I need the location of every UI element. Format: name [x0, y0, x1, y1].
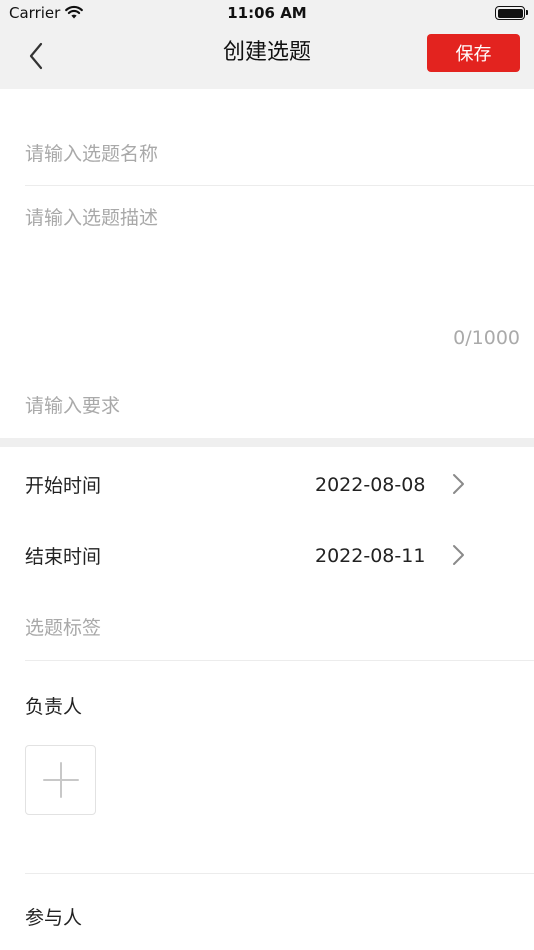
save-button[interactable]: 保存: [427, 34, 520, 72]
participants-label: 参与人: [25, 907, 83, 929]
navigation-bar: 创建选题 保存: [0, 30, 534, 89]
end-time-row[interactable]: 结束时间 2022-08-11: [0, 518, 534, 588]
chevron-right-icon: [453, 474, 464, 494]
owner-label: 负责人: [25, 696, 83, 718]
start-time-row[interactable]: 开始时间 2022-08-08: [0, 447, 534, 517]
divider: [25, 873, 534, 874]
divider: [25, 185, 534, 186]
divider: [25, 660, 534, 661]
plus-icon: [42, 762, 79, 798]
section-separator: [0, 438, 534, 447]
topic-tags-input[interactable]: 选题标签: [25, 613, 101, 640]
clock: 11:06 AM: [227, 4, 307, 22]
start-time-value: 2022-08-08: [315, 474, 426, 496]
add-owner-button[interactable]: [25, 745, 96, 815]
battery-icon: [495, 6, 528, 20]
requirement-input[interactable]: 请输入要求: [25, 391, 120, 418]
start-time-label: 开始时间: [25, 475, 102, 497]
end-time-value: 2022-08-11: [315, 545, 426, 567]
end-time-label: 结束时间: [25, 546, 102, 568]
chevron-right-icon: [453, 545, 464, 565]
status-bar: Carrier 11:06 AM: [0, 0, 534, 30]
topic-description-input[interactable]: 请输入选题描述: [25, 203, 520, 319]
topic-name-input[interactable]: 请输入选题名称: [25, 139, 158, 166]
description-char-counter: 0/1000: [453, 327, 520, 349]
